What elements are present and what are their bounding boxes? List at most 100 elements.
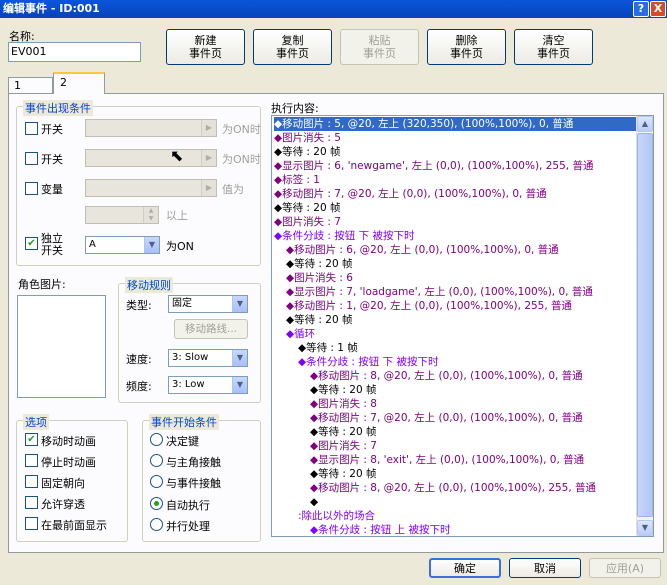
command-line[interactable]: ◆移动图片 : 8, @20, 左上 (0,0), (100%,100%), 2…: [274, 481, 596, 495]
trigger-event-touch-radio[interactable]: [150, 475, 163, 488]
speed-select[interactable]: 3: Slow ▼: [168, 349, 248, 367]
option-step-anim-checkbox[interactable]: [25, 454, 38, 467]
command-line[interactable]: ◆条件分歧 : 按钮 下 被按下时: [274, 229, 414, 243]
command-line[interactable]: ◆循环: [274, 327, 315, 341]
option-always-on-top-checkbox[interactable]: [25, 517, 38, 530]
variable-value-spinner[interactable]: ▲ ▼: [85, 206, 159, 224]
speed-label: 速度:: [126, 353, 152, 366]
move-route-button[interactable]: 移动路线...: [174, 319, 248, 339]
command-line[interactable]: ◆显示图片 : 6, 'newgame', 左上 (0,0), (100%,10…: [274, 159, 593, 173]
tab-page-2[interactable]: 2: [53, 72, 105, 94]
variable-checkbox[interactable]: [25, 182, 38, 195]
variable-label: 变量: [41, 183, 63, 196]
self-switch-checkbox[interactable]: ✔: [25, 237, 38, 250]
switch2-select[interactable]: ▶: [85, 149, 217, 167]
movement-type-select[interactable]: 固定 ▼: [168, 295, 248, 313]
close-button[interactable]: X: [650, 1, 666, 17]
switch1-arrow-icon: ▶: [201, 120, 216, 136]
trigger-action-radio[interactable]: [150, 433, 163, 446]
command-line[interactable]: ◆等待 : 20 帧: [274, 425, 377, 439]
scroll-up-icon[interactable]: ▲: [637, 116, 653, 132]
option-direction-fix-checkbox[interactable]: [25, 475, 38, 488]
command-line[interactable]: ◆移动图片 : 5, @20, 左上 (320,350), (100%,100%…: [274, 117, 636, 131]
commands-title: 执行内容:: [271, 102, 319, 115]
command-line[interactable]: ◆移动图片 : 6, @20, 左上 (0,0), (100%,100%), 0…: [274, 243, 559, 257]
movement-type-label: 类型:: [126, 299, 152, 312]
trigger-autorun-radio[interactable]: [150, 497, 163, 510]
help-button[interactable]: ?: [633, 1, 649, 17]
command-line[interactable]: ◆标签 : 1: [274, 173, 320, 187]
command-line[interactable]: ◆移动图片 : 7, @20, 左上 (0,0), (100%,100%), 0…: [274, 187, 547, 201]
command-line[interactable]: ◆等待 : 1 帧: [274, 341, 358, 355]
self-switch-suffix: 为ON: [166, 240, 194, 253]
option-through-label: 允许穿透: [41, 498, 85, 511]
command-list[interactable]: ◆移动图片 : 5, @20, 左上 (320,350), (100%,100%…: [271, 115, 654, 537]
copy-page-button[interactable]: 复制 事件页: [253, 29, 332, 65]
variable-select[interactable]: ▶: [85, 179, 217, 197]
new-page-button[interactable]: 新建 事件页: [166, 29, 245, 65]
self-switch-label-2: 开关: [41, 244, 63, 257]
trigger-parallel-radio[interactable]: [150, 518, 163, 531]
command-line[interactable]: ◆显示图片 : 8, 'exit', 左上 (0,0), (100%,100%)…: [274, 453, 584, 467]
command-line[interactable]: ◆条件分歧 : 按钮 下 被按下时: [274, 355, 438, 369]
movement-title: 移动规则: [125, 277, 173, 293]
command-line[interactable]: ◆移动图片 : 7, @20, 左上 (0,0), (100%,100%), 0…: [274, 411, 583, 425]
switch1-select[interactable]: ▶: [85, 119, 217, 137]
apply-button[interactable]: 应用(A): [589, 558, 661, 578]
trigger-player-touch-radio[interactable]: [150, 454, 163, 467]
delete-page-label-1: 删除: [455, 34, 478, 47]
window-title: 编辑事件 - ID:001: [0, 0, 667, 18]
command-line[interactable]: ◆等待 : 20 帧: [274, 313, 353, 327]
option-step-anim-label: 停止时动画: [41, 456, 96, 469]
command-line[interactable]: ◆移动图片 : 1, @20, 左上 (0,0), (100%,100%), 2…: [274, 299, 572, 313]
cancel-button[interactable]: 取消: [509, 558, 581, 578]
command-line[interactable]: ◆显示图片 : 7, 'loadgame', 左上 (0,0), (100%,1…: [274, 285, 593, 299]
character-graphic-preview[interactable]: [17, 295, 106, 398]
self-switch-value: A: [89, 239, 96, 250]
command-line[interactable]: ◆图片消失 : 6: [274, 271, 353, 285]
trigger-title: 事件开始条件: [149, 414, 219, 430]
command-line[interactable]: ◆等待 : 20 帧: [274, 257, 353, 271]
trigger-autorun-label: 自动执行: [166, 499, 210, 512]
chevron-down-icon: ▼: [144, 237, 159, 253]
spinner-arrows-icon: ▲ ▼: [143, 207, 158, 223]
scroll-thumb[interactable]: [637, 133, 653, 517]
tab-page-1[interactable]: 1: [8, 77, 53, 93]
paste-page-label-1: 粘贴: [368, 34, 391, 47]
command-line[interactable]: ◆图片消失 : 7: [274, 215, 341, 229]
self-switch-select[interactable]: A ▼: [85, 236, 160, 254]
option-through-checkbox[interactable]: [25, 496, 38, 509]
command-line[interactable]: ◆: [274, 495, 318, 509]
clear-page-label-2: 事件页: [537, 47, 570, 60]
command-line[interactable]: ◆条件分歧 : 按钮 上 被按下时: [274, 523, 450, 536]
command-line[interactable]: ◆等待 : 20 帧: [274, 467, 377, 481]
frequency-select[interactable]: 3: Low ▼: [168, 376, 248, 394]
delete-page-button[interactable]: 删除 事件页: [427, 29, 506, 65]
command-line[interactable]: ◆图片消失 : 8: [274, 397, 377, 411]
scroll-down-icon[interactable]: ▼: [637, 520, 653, 536]
mouse-pointer-icon: ⬉: [170, 146, 184, 165]
command-line[interactable]: :除此以外的场合: [274, 509, 375, 523]
ok-button[interactable]: 确定: [429, 558, 501, 578]
option-walk-anim-checkbox[interactable]: ✔: [25, 433, 38, 446]
paste-page-label-2: 事件页: [363, 47, 396, 60]
command-line[interactable]: ◆等待 : 20 帧: [274, 383, 377, 397]
chevron-down-icon: ▼: [232, 350, 247, 366]
command-line[interactable]: ◆图片消失 : 5: [274, 131, 341, 145]
new-page-label-1: 新建: [194, 34, 217, 47]
frequency-value: 3: Low: [172, 379, 205, 390]
switch1-checkbox[interactable]: [25, 122, 38, 135]
switch2-checkbox[interactable]: [25, 152, 38, 165]
clear-page-label-1: 清空: [542, 34, 565, 47]
clear-page-button[interactable]: 清空 事件页: [514, 29, 593, 65]
conditions-title: 事件出现条件: [23, 100, 93, 116]
chevron-down-icon: ▼: [232, 377, 247, 393]
command-line[interactable]: ◆等待 : 20 帧: [274, 201, 341, 215]
switch2-arrow-icon: ▶: [201, 150, 216, 166]
command-line[interactable]: ◆移动图片 : 8, @20, 左上 (0,0), (100%,100%), 0…: [274, 369, 583, 383]
name-input[interactable]: EV001: [8, 42, 141, 62]
command-line[interactable]: ◆等待 : 20 帧: [274, 145, 341, 159]
paste-page-button[interactable]: 粘贴 事件页: [340, 29, 419, 65]
vertical-scrollbar[interactable]: ▲ ▼: [636, 116, 653, 536]
command-line[interactable]: ◆图片消失 : 7: [274, 439, 377, 453]
